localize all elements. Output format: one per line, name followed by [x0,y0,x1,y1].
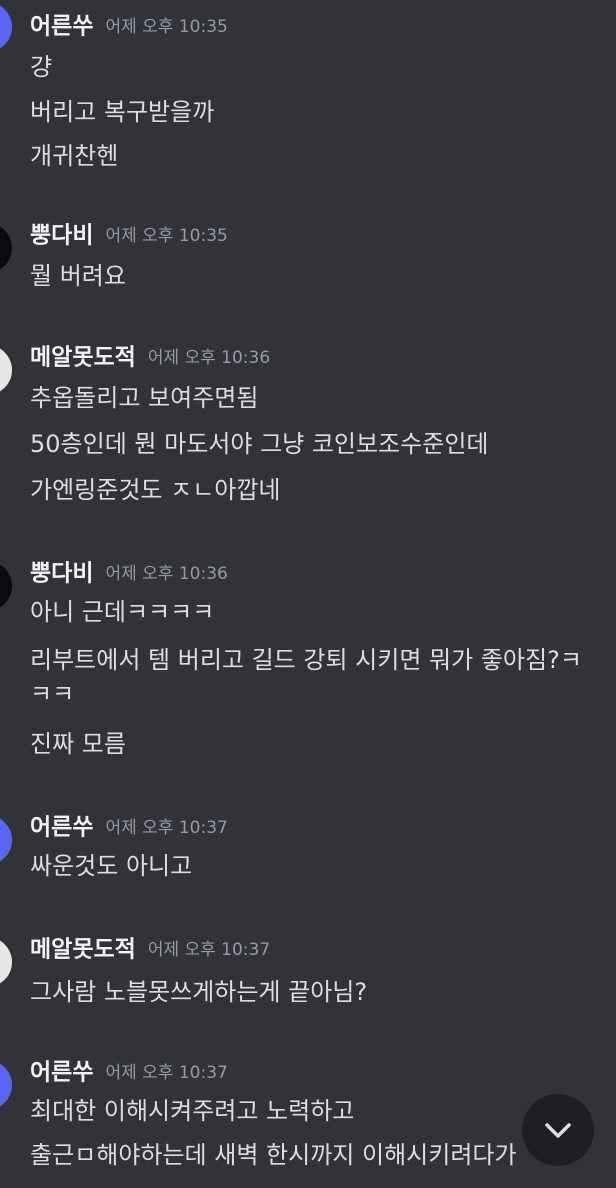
message-timestamp: 어제 오후 10:36 [105,563,228,584]
message-text: 싸운것도 아니고 [30,852,193,880]
message-timestamp: 어제 오후 10:35 [105,16,228,37]
user-avatar[interactable] [0,223,12,273]
message-header: 뿡다비 어제 오후 10:35 [30,217,228,253]
author-name[interactable]: 어른쑤 [30,14,93,40]
message-group: 뿡다비 어제 오후 10:36 아니 근데ㅋㅋㅋㅋ 리부트에서 템 버리고 길드 … [0,555,616,765]
message-group: 뿡다비 어제 오후 10:35 뭘 버려요 [0,217,616,297]
message-text: 걍 [30,53,53,81]
user-avatar[interactable] [0,2,12,52]
message-timestamp: 어제 오후 10:37 [147,939,271,960]
message-header: 어른쑤 어제 오후 10:37 [30,809,228,845]
author-name[interactable]: 어른쑤 [30,1060,93,1086]
message-text: 리부트에서 템 버리고 길드 강퇴 시키면 뭐가 좋아짐?ㅋㅋㅋ [30,646,582,708]
chat-message-list[interactable]: 어른쑤 어제 오후 10:35 걍 버리고 복구받을까 개귀찬헨 뿡다비 어제 오후… [0,0,616,1188]
message-text: 버리고 복구받을까 [30,98,215,126]
message-text: 진짜 모름 [30,730,126,758]
message-group: 메알못도적 어제 오후 10:36 추옵돌리고 보여주면됨 50층인데 뭔 마도서… [0,339,616,509]
message-text: 출근ㅁ해야하는데 새벽 한시까지 이해시키려다가 [30,1141,517,1169]
message-timestamp: 어제 오후 10:36 [147,347,271,368]
message-group: 메알못도적 어제 오후 10:37 그사람 노블못쓰게하는게 끝아님? [0,931,616,1011]
message-timestamp: 어제 오후 10:35 [105,225,228,246]
user-avatar[interactable] [0,561,12,611]
author-name[interactable]: 메알못도적 [30,345,136,371]
message-text: 최대한 이해시켜주려고 노력하고 [30,1097,355,1125]
message-header: 메알못도적 어제 오후 10:37 [30,931,270,967]
message-timestamp: 어제 오후 10:37 [105,1062,228,1083]
author-name[interactable]: 메알못도적 [30,937,136,963]
message-header: 어른쑤 어제 오후 10:35 [30,8,228,44]
message-group: 어른쑤 어제 오후 10:37 싸운것도 아니고 [0,809,616,889]
chevron-down-icon [545,1123,571,1138]
message-group: 어른쑤 어제 오후 10:35 걍 버리고 복구받을까 개귀찬헨 [0,2,616,178]
author-name[interactable]: 뿡다비 [30,561,93,587]
message-text: 뭘 버려요 [30,262,126,290]
author-name[interactable]: 뿡다비 [30,223,93,249]
user-avatar[interactable] [0,1060,12,1110]
message-text: 개귀찬헨 [30,142,119,170]
user-avatar[interactable] [0,937,12,987]
message-header: 어른쑤 어제 오후 10:37 [30,1054,228,1090]
user-avatar[interactable] [0,345,12,395]
message-text: 50층인데 뭔 마도서야 그냥 코인보조수준인데 [30,430,489,458]
author-name[interactable]: 어른쑤 [30,815,93,841]
message-text: 가엔링준것도 ㅈㄴ아깝네 [30,476,281,504]
message-text: 추옵돌리고 보여주면됨 [30,384,259,412]
message-text: 아니 근데ㅋㅋㅋㅋ [30,598,215,626]
message-timestamp: 어제 오후 10:37 [105,817,228,838]
user-avatar[interactable] [0,815,12,865]
message-text: 그사람 노블못쓰게하는게 끝아님? [30,978,368,1006]
message-header: 메알못도적 어제 오후 10:36 [30,339,270,375]
jump-to-present-button[interactable] [522,1094,594,1166]
message-header: 뿡다비 어제 오후 10:36 [30,555,228,591]
